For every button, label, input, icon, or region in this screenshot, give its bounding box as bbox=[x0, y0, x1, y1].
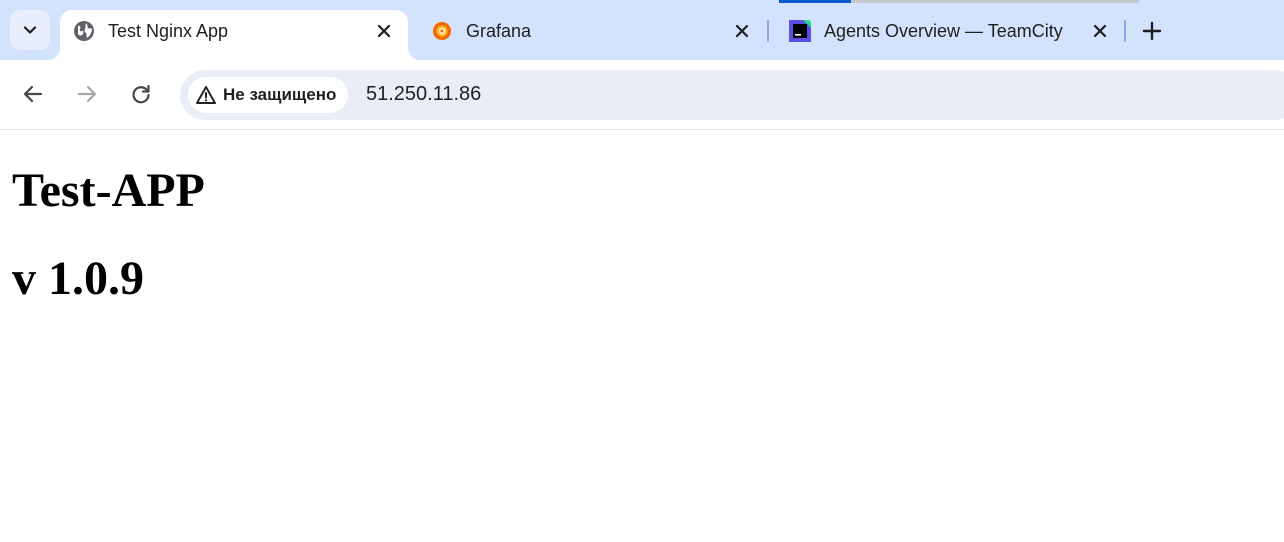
close-tab-icon[interactable] bbox=[732, 21, 752, 41]
arrow-left-icon bbox=[23, 85, 43, 103]
tab-grafana[interactable]: Grafana bbox=[418, 10, 766, 60]
teamcity-icon bbox=[789, 20, 811, 42]
address-bar[interactable]: Не защищено 51.250.11.86 bbox=[180, 70, 1284, 120]
tab-separator bbox=[1124, 20, 1126, 42]
chevron-down-icon bbox=[23, 26, 37, 34]
tab-test-nginx-app[interactable]: Test Nginx App bbox=[60, 10, 408, 60]
page-content: Test-APP v 1.0.9 bbox=[0, 130, 1284, 542]
forward-button[interactable] bbox=[69, 76, 105, 112]
page-heading: Test-APP bbox=[12, 164, 205, 217]
arrow-right-icon bbox=[77, 85, 97, 103]
reload-button[interactable] bbox=[123, 76, 159, 112]
new-tab-button[interactable] bbox=[1137, 16, 1167, 46]
security-label: Не защищено bbox=[223, 85, 337, 104]
tab-agents-overview-teamcity[interactable]: Agents Overview — TeamCity bbox=[776, 10, 1124, 60]
back-button[interactable] bbox=[15, 76, 51, 112]
browser-toolbar: Не защищено 51.250.11.86 bbox=[0, 60, 1284, 130]
security-indicator[interactable]: Не защищено bbox=[188, 77, 349, 113]
version-heading: v 1.0.9 bbox=[12, 252, 144, 305]
tab-separator bbox=[767, 20, 769, 42]
close-tab-icon[interactable] bbox=[1090, 21, 1110, 41]
tab-loading-indicator bbox=[779, 0, 851, 3]
globe-icon bbox=[73, 20, 95, 42]
warning-icon bbox=[196, 86, 216, 104]
tab-search-button[interactable] bbox=[10, 10, 50, 50]
tab-loading-track bbox=[851, 0, 1139, 3]
plus-icon bbox=[1142, 21, 1162, 41]
tab-strip: Test Nginx App Grafana Agents Overview —… bbox=[0, 0, 1284, 60]
reload-icon bbox=[132, 84, 150, 104]
tab-title: Grafana bbox=[466, 21, 532, 41]
url-text[interactable]: 51.250.11.86 bbox=[366, 83, 481, 106]
close-tab-icon[interactable] bbox=[374, 21, 394, 41]
tab-title: Agents Overview — TeamCity bbox=[824, 21, 1063, 41]
tab-title: Test Nginx App bbox=[108, 21, 229, 41]
grafana-icon bbox=[431, 20, 453, 42]
